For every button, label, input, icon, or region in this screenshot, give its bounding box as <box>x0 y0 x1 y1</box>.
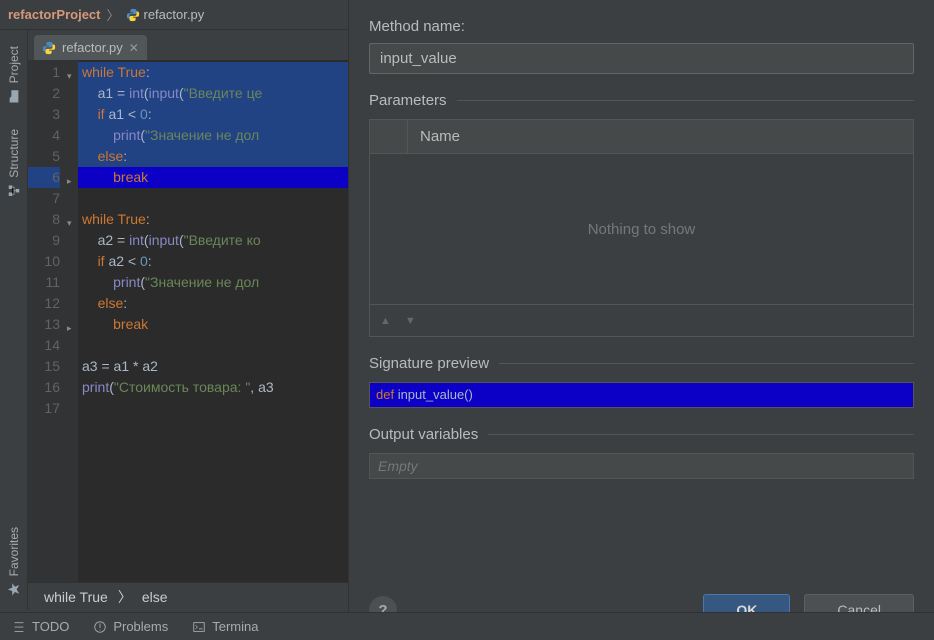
star-icon <box>7 582 21 596</box>
left-tool-rail: Project Structure Favorites <box>0 30 28 610</box>
parameters-table: Name Nothing to show ▲ ▼ <box>369 119 914 337</box>
python-file-icon <box>42 41 56 55</box>
output-variables-header: Output variables <box>369 426 914 443</box>
editor-tab-label: refactor.py <box>62 40 123 55</box>
bottom-tool-bar: TODO Problems Termina <box>0 612 934 640</box>
signature-preview-label: Signature preview <box>369 355 489 372</box>
problems-icon <box>93 620 107 634</box>
tool-window-todo-label: TODO <box>32 619 69 634</box>
output-variables-label: Output variables <box>369 426 478 443</box>
chevron-right-icon: 〉 <box>118 587 132 607</box>
editor-tab[interactable]: refactor.py ✕ <box>34 35 147 60</box>
parameters-table-header: Name <box>370 120 913 154</box>
signature-preview: def input_value() <box>369 382 914 408</box>
tool-window-structure[interactable]: Structure <box>5 123 23 204</box>
chevron-right-icon: 〉 <box>106 5 119 24</box>
parameters-name-column[interactable]: Name <box>408 120 472 153</box>
tool-window-favorites-label: Favorites <box>7 527 21 576</box>
move-down-icon[interactable]: ▼ <box>405 315 416 327</box>
signature-preview-header: Signature preview <box>369 355 914 372</box>
tool-window-todo[interactable]: TODO <box>12 619 69 634</box>
move-up-icon[interactable]: ▲ <box>380 315 391 327</box>
breadcrumb-file-label: refactor.py <box>144 7 205 22</box>
parameters-label: Parameters <box>369 92 447 109</box>
folder-icon <box>7 89 21 103</box>
tool-window-favorites[interactable]: Favorites <box>5 521 23 602</box>
tool-window-terminal-label: Termina <box>212 619 258 634</box>
fold-column[interactable]: ▾▸▾▸ <box>66 60 78 582</box>
terminal-icon <box>192 620 206 634</box>
breadcrumb-project[interactable]: refactorProject <box>8 7 100 22</box>
python-file-icon <box>126 8 140 22</box>
line-number-gutter: 1234567891011121314151617 <box>28 60 66 582</box>
todo-icon <box>12 620 26 634</box>
tool-window-project[interactable]: Project <box>5 40 23 109</box>
breadcrumb-file[interactable]: refactor.py <box>126 7 205 22</box>
method-name-label: Method name: <box>369 18 914 35</box>
parameters-section-header: Parameters <box>369 92 914 109</box>
close-icon[interactable]: ✕ <box>129 41 139 55</box>
structure-icon <box>7 184 21 198</box>
tool-window-structure-label: Structure <box>7 129 21 178</box>
parameters-toolbar: ▲ ▼ <box>370 304 913 336</box>
editor-column: refactor.py ✕ 1234567891011121314151617 … <box>28 30 348 610</box>
tool-window-terminal[interactable]: Termina <box>192 619 258 634</box>
parameters-empty-state: Nothing to show <box>370 154 913 304</box>
editor-breadcrumb[interactable]: while True 〉 else <box>28 582 348 610</box>
method-name-input[interactable] <box>369 43 914 74</box>
code-lines[interactable]: while True: a1 = int(input("Введите це i… <box>78 60 348 582</box>
tool-window-problems[interactable]: Problems <box>93 619 168 634</box>
tool-window-project-label: Project <box>7 46 21 83</box>
editor-breadcrumb-item[interactable]: while True <box>44 589 108 605</box>
extract-method-dialog: Method name: Parameters Name Nothing to … <box>348 0 934 640</box>
editor-tabs: refactor.py ✕ <box>28 30 348 60</box>
tool-window-problems-label: Problems <box>113 619 168 634</box>
editor-breadcrumb-item[interactable]: else <box>142 589 168 605</box>
code-editor[interactable]: 1234567891011121314151617 ▾▸▾▸ while Tru… <box>28 60 348 582</box>
output-variables-box: Empty <box>369 453 914 479</box>
